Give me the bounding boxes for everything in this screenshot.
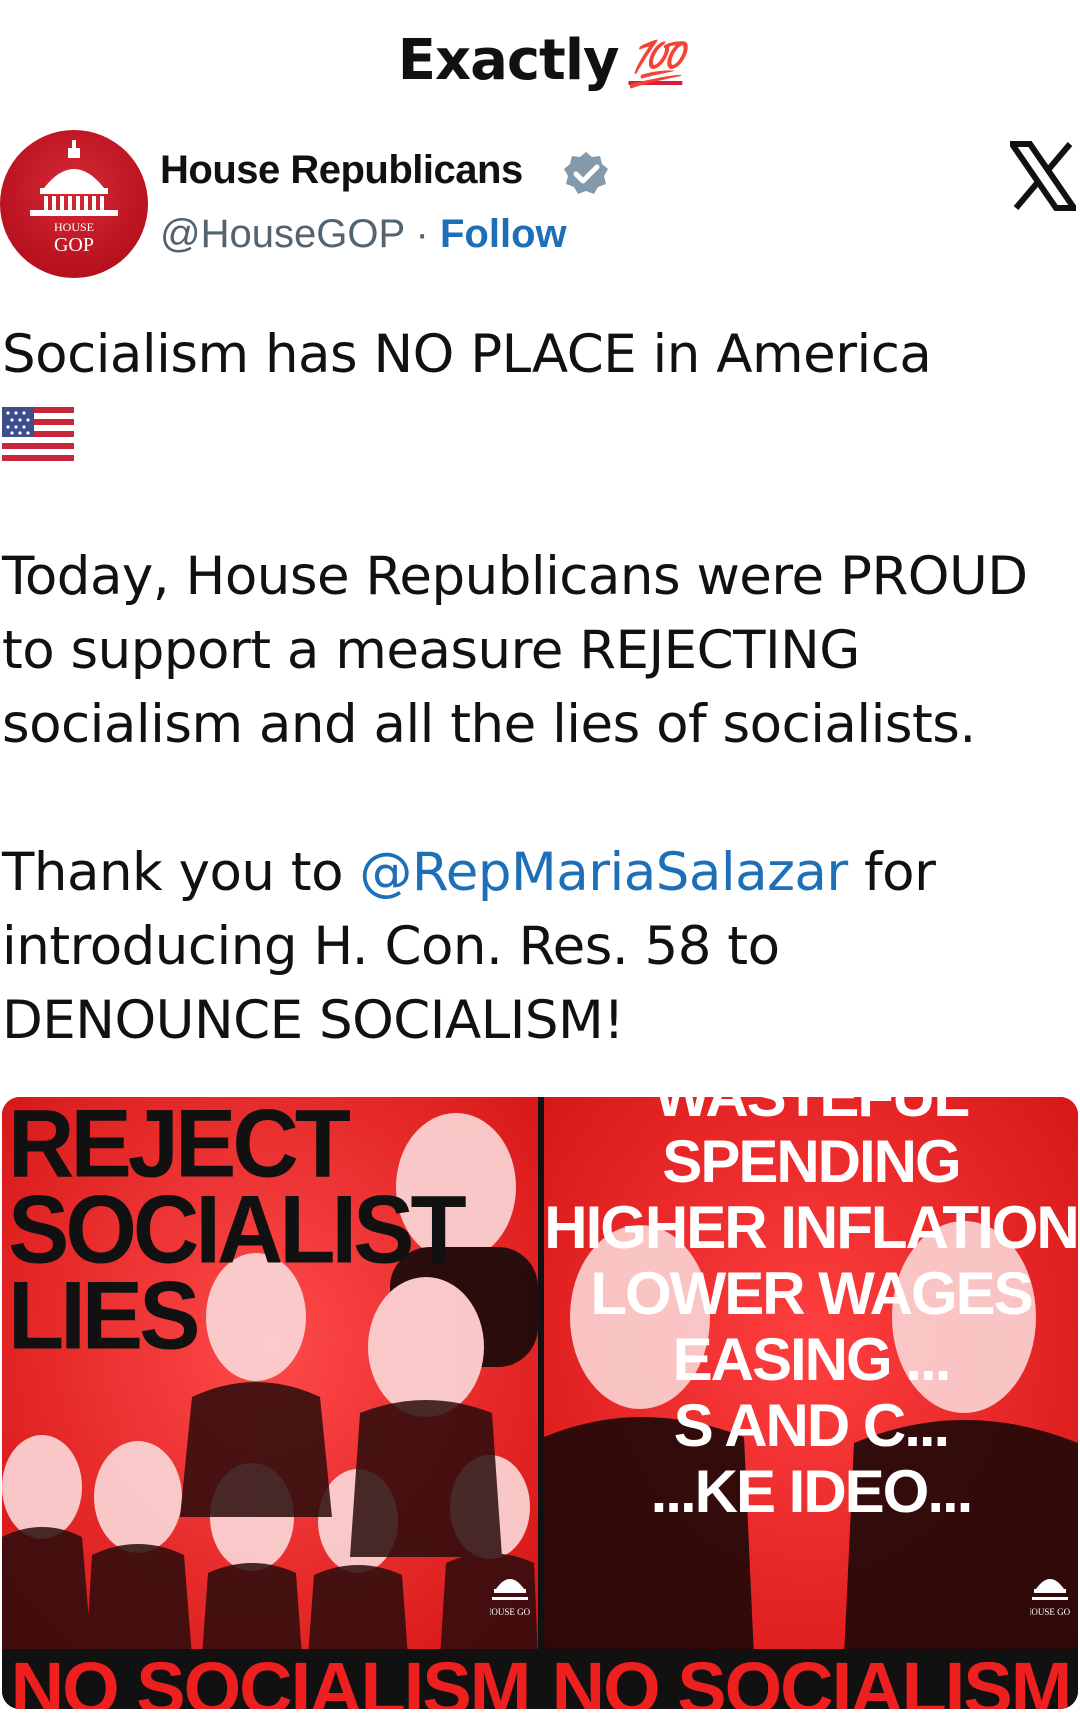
poster-left-banner: NO SOCIALISM (2, 1647, 538, 1709)
house-gop-mini-logo-icon: HOUSE GOP (1030, 1579, 1070, 1617)
media-grid[interactable]: REJECT SOCIALIST LIES HOUSE GOP NO SOCIA… (2, 1097, 1078, 1709)
follow-button[interactable]: Follow (440, 212, 567, 256)
tweet-header: HOUSE GOP House Republicans @HouseGOP · … (0, 128, 1080, 278)
display-name[interactable]: House Republicans (160, 148, 523, 193)
verified-badge-icon (564, 152, 608, 194)
poster-right-line-1: WASTEFUL SPENDING (654, 1097, 970, 1195)
poster-right-lines: WASTEFUL SPENDING HIGHER INFLATION LOWER… (544, 1097, 1078, 1525)
mention-link[interactable]: @RepMariaSalazar (359, 842, 848, 903)
poster-right-banner: NO SOCIALISM (544, 1647, 1078, 1709)
flag-row (2, 392, 1078, 466)
capitol-dome-icon: HOUSE GOP (30, 140, 118, 256)
caption-text: Exactly (397, 28, 620, 93)
poster-left-title-3: LIES (8, 1262, 200, 1370)
us-flag-icon (2, 407, 74, 462)
poster-left-banner-text: NO SOCIALISM (10, 1647, 532, 1709)
avatar-text-bottom: GOP (54, 234, 94, 256)
media-image-right[interactable]: WASTEFUL SPENDING HIGHER INFLATION LOWER… (544, 1097, 1078, 1709)
para3-prefix: Thank you to (2, 842, 360, 903)
poster-right-banner-text: NO SOCIALISM (551, 1647, 1073, 1709)
poster-right-line-2: HIGHER INFLATION (544, 1194, 1078, 1261)
tweet-paragraph-2: Today, House Republicans were PROUD to s… (2, 546, 1028, 755)
mini-logo-text: HOUSE GOP (1030, 1607, 1070, 1617)
tweet-text: Socialism has NO PLACE in America Today,… (2, 318, 1078, 1058)
tweet-line-1: Socialism has NO PLACE in America (2, 324, 932, 385)
tweet-paragraph-3: Thank you to @RepMariaSalazar for introd… (2, 836, 1078, 1058)
avatar-text-top: HOUSE (54, 220, 94, 234)
poster-right-line-6: ...KE IDEO... (650, 1458, 974, 1525)
poster-right-line-5: S AND C... (673, 1392, 950, 1459)
media-image-left[interactable]: REJECT SOCIALIST LIES HOUSE GOP NO SOCIA… (2, 1097, 538, 1709)
poster-right-line-3: LOWER WAGES (590, 1260, 1033, 1327)
handle-row: @HouseGOP · Follow (160, 212, 567, 257)
hundred-points-emoji: 💯 (628, 39, 684, 90)
handle[interactable]: @HouseGOP (160, 212, 404, 256)
house-gop-mini-logo-icon: HOUSE GOP (490, 1579, 530, 1617)
poster-right-line-4: EASING ... (672, 1326, 952, 1393)
separator-dot: · (415, 212, 429, 256)
x-logo-icon[interactable] (1010, 140, 1076, 212)
avatar[interactable]: HOUSE GOP (0, 130, 148, 278)
mini-logo-text: HOUSE GOP (490, 1607, 530, 1617)
caption: Exactly 💯 (0, 28, 1080, 93)
